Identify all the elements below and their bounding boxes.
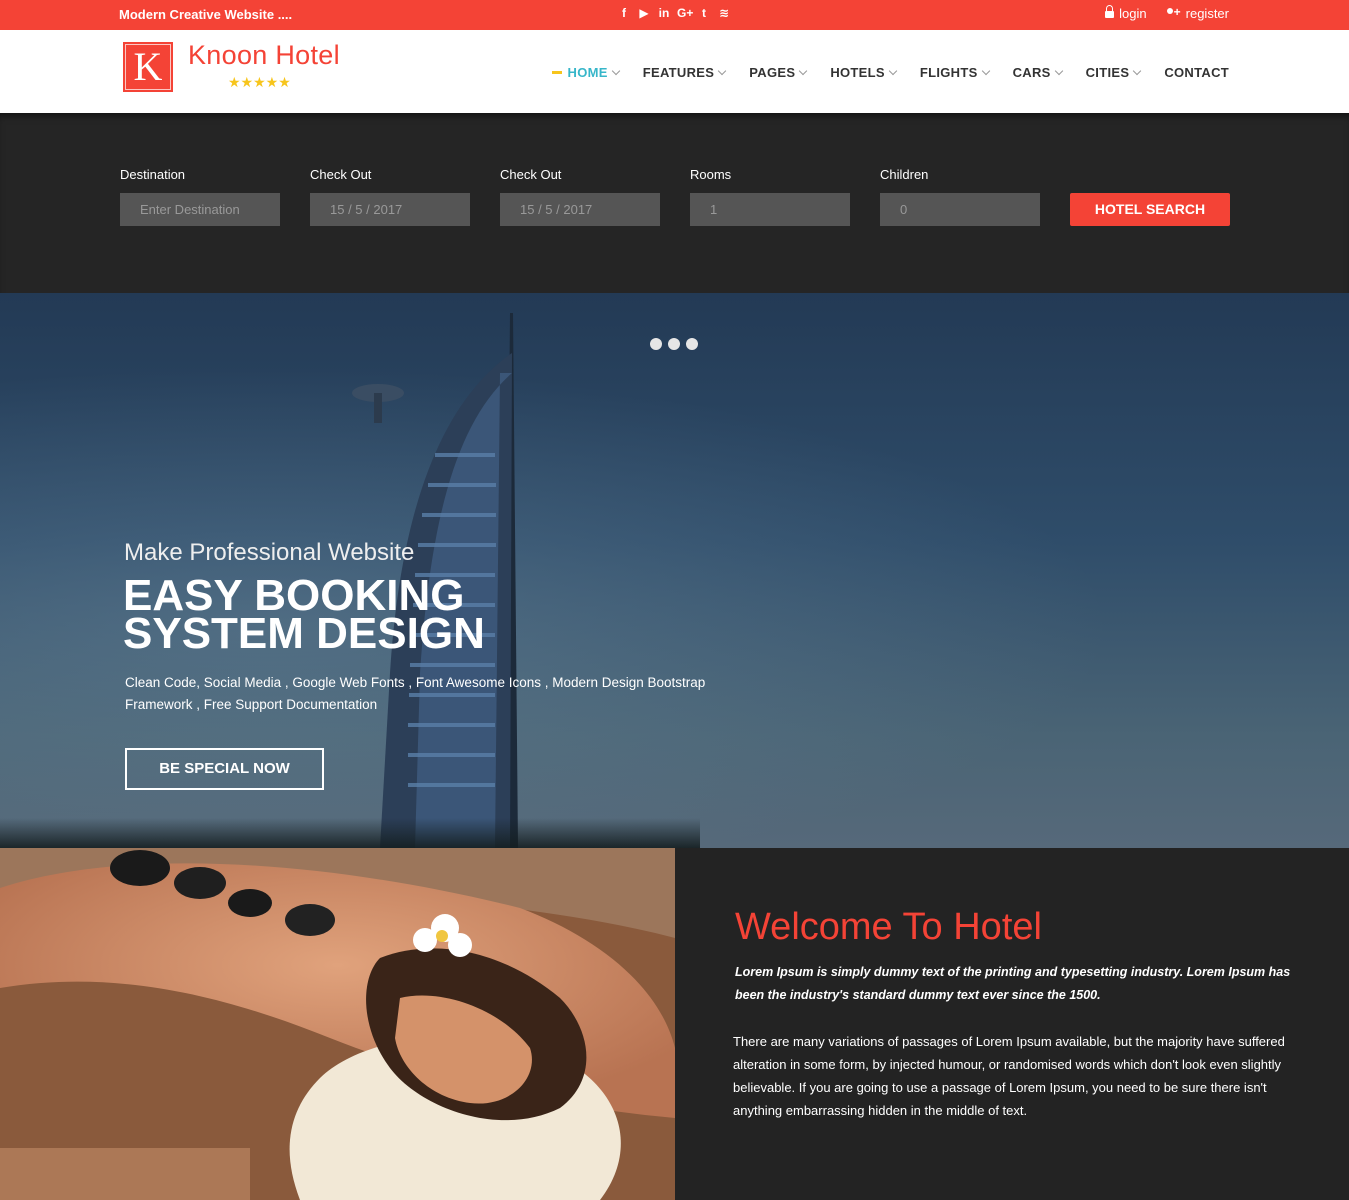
destination-label: Destination [120,167,186,182]
active-indicator [551,71,562,74]
main-nav: HOME FEATURES PAGES HOTELS FLIGHTS CARS … [528,65,1229,80]
chevron-down-icon [1133,66,1142,76]
slide-dot-2[interactable] [668,338,680,350]
login-label: login [1119,6,1147,21]
nav-item-hotels[interactable]: HOTELS [830,65,898,80]
nav-item-cars[interactable]: CARS [1012,65,1063,80]
children-input[interactable]: 0 [880,193,1040,226]
chevron-down-icon [718,66,727,76]
rating-stars: ★★★★★ [228,74,291,90]
check-out-input[interactable]: 15 / 5 / 2017 [310,193,470,226]
rooms-field-group: Rooms 1 [690,167,850,226]
spa-illustration [0,848,675,1200]
hero-headline-line-2: SYSTEM DESIGN [123,609,485,658]
rooms-input[interactable]: 1 [690,193,850,226]
destination-field-group: Destination Enter Destination [120,167,280,226]
check-out-label-2: Check Out [500,167,562,182]
slide-dot-1[interactable] [650,338,662,350]
nav-label: HOME [567,65,608,80]
hotel-search-button[interactable]: HOTEL SEARCH [1070,193,1230,226]
chevron-down-icon [799,66,808,76]
user-plus-icon [1165,5,1181,20]
facebook-icon[interactable]: f [617,5,631,21]
spa-image [0,848,675,1200]
slider-dots [650,338,698,350]
login-link[interactable]: login [1105,5,1147,21]
hero-kicker: Make Professional Website [124,539,415,566]
nav-item-cities[interactable]: CITIES [1085,65,1142,80]
top-bar: Modern Creative Website .... f ▶ in G+ t… [0,0,1349,30]
welcome-lead: Lorem Ipsum is simply dummy text of the … [735,965,1291,1002]
hotel-search-panel: Destination Enter Destination Check Out … [0,113,1349,293]
nav-item-features[interactable]: FEATURES [642,65,727,80]
google-plus-icon[interactable]: G+ [677,5,693,21]
auth-links: login register [1105,5,1229,21]
twitter-icon[interactable]: t [697,5,711,21]
hero-slider: Make Professional Website EASY BOOKING S… [0,293,1349,848]
site-header: K Knoon Hotel ★★★★★ HOME FEATURES PAGES … [0,30,1349,113]
children-field-group: Children 0 [880,167,1040,226]
welcome-section: Welcome To Hotel Lorem Ipsum is simply d… [675,848,1349,1200]
nav-item-pages[interactable]: PAGES [749,65,808,80]
register-link[interactable]: register [1165,5,1229,21]
nav-item-home[interactable]: HOME [551,65,620,80]
hero-headline: EASY BOOKING SYSTEM DESIGN [123,574,723,658]
welcome-body: There are many variations of passages of… [733,1034,1285,1118]
children-label: Children [880,167,929,182]
nav-label: FEATURES [642,65,715,80]
nav-label: PAGES [749,65,796,80]
tagline: Modern Creative Website .... [119,7,293,22]
check-out-field-group: Check Out 15 / 5 / 2017 [310,167,470,226]
register-label: register [1185,6,1229,21]
destination-input[interactable]: Enter Destination [120,193,280,226]
rooms-label: Rooms [690,167,732,182]
chevron-down-icon [611,66,620,76]
nav-label: CITIES [1085,65,1130,80]
nav-label: CARS [1012,65,1051,80]
hero-description: Clean Code, Social Media , Google Web Fo… [125,675,706,712]
welcome-title: Welcome To Hotel [735,906,1042,948]
be-special-now-button[interactable]: BE SPECIAL NOW [125,748,324,790]
nav-item-flights[interactable]: FLIGHTS [919,65,990,80]
logo-mark[interactable]: K [123,42,173,92]
chevron-down-icon [1054,66,1063,76]
linkedin-icon[interactable]: in [657,5,671,21]
rss-icon[interactable]: ≋ [717,5,731,21]
nav-label: HOTELS [830,65,885,80]
lock-icon [1105,5,1115,18]
slide-dot-3[interactable] [686,338,698,350]
youtube-icon[interactable]: ▶ [637,5,651,21]
check-out-label: Check Out [310,167,372,182]
chevron-down-icon [981,66,990,76]
shoreline [0,818,700,848]
nav-label: CONTACT [1164,65,1229,80]
nav-item-contact[interactable]: CONTACT [1164,65,1229,80]
nav-label: FLIGHTS [919,65,978,80]
check-out-field-group-2: Check Out 15 / 5 / 2017 [500,167,660,226]
social-links: f ▶ in G+ t ≋ [617,5,731,21]
chevron-down-icon [888,66,898,76]
brand-name[interactable]: Knoon Hotel [188,40,340,71]
check-out-input-2[interactable]: 15 / 5 / 2017 [500,193,660,226]
